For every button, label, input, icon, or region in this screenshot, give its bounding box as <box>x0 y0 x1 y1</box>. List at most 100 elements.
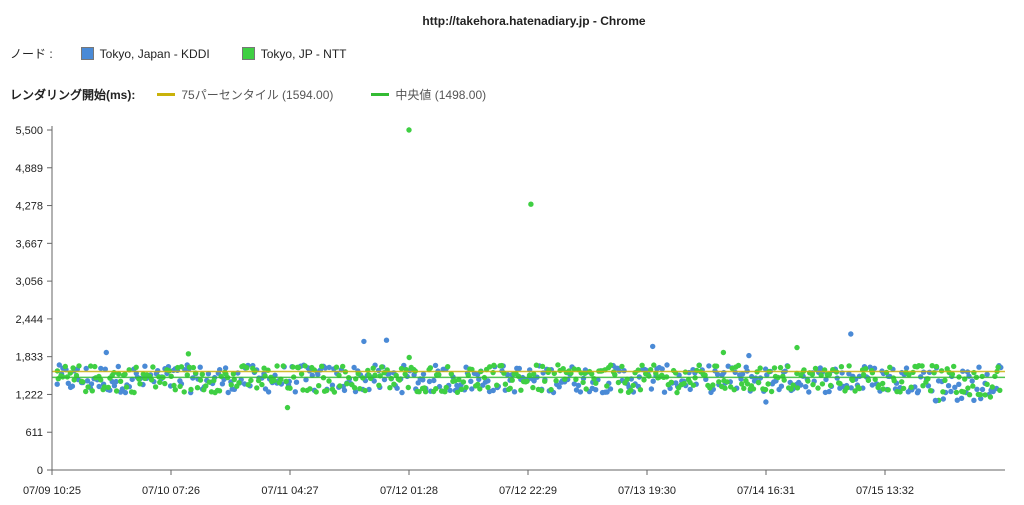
ntt-point <box>80 379 86 385</box>
ntt-point <box>771 365 778 371</box>
ntt-point <box>436 372 442 378</box>
ntt-point <box>194 385 201 391</box>
ntt-point <box>274 363 280 369</box>
kddi-outlier-point <box>746 352 752 359</box>
ntt-point <box>76 363 82 369</box>
ntt-point <box>619 363 625 370</box>
ntt-point <box>940 389 946 395</box>
ntt-point <box>618 388 624 394</box>
kddi-point <box>265 389 272 395</box>
ntt-point <box>856 385 863 392</box>
ntt-point <box>777 364 784 371</box>
kddi-point <box>664 362 670 368</box>
ntt-point <box>992 373 998 379</box>
ntt-point <box>376 382 382 388</box>
ntt-point <box>899 379 905 385</box>
ntt-point <box>615 379 622 386</box>
ntt-point <box>933 363 940 370</box>
x-tick-label: 07/15 13:32 <box>856 485 914 497</box>
ntt-point <box>172 387 178 393</box>
kddi-outlier-point <box>763 399 769 405</box>
ntt-point <box>499 362 505 369</box>
ntt-point <box>365 367 371 374</box>
ntt-point <box>507 385 513 391</box>
ntt-point <box>815 385 821 391</box>
kddi-point <box>69 383 76 389</box>
ntt-point <box>398 365 405 372</box>
ntt-outlier-point <box>185 351 192 357</box>
kddi-point <box>969 378 975 384</box>
ntt-point <box>271 377 277 384</box>
ntt-point <box>735 362 742 369</box>
kddi-point <box>575 382 582 389</box>
ntt-point <box>885 387 891 393</box>
kddi-point <box>577 389 584 395</box>
ntt-point <box>942 377 948 383</box>
ntt-point <box>333 364 340 370</box>
ntt-point <box>502 381 509 387</box>
ntt-point <box>199 371 205 377</box>
ntt-point <box>324 387 330 394</box>
ntt-point <box>891 378 897 384</box>
ntt-point <box>639 362 645 368</box>
ntt-point <box>150 364 156 370</box>
y-tick-label: 1,222 <box>15 389 43 401</box>
ntt-point <box>178 364 185 370</box>
ntt-outlier-point <box>406 354 412 361</box>
ntt-point <box>433 386 439 392</box>
ntt-point <box>181 389 187 395</box>
ntt-point <box>533 362 540 368</box>
kddi-point <box>778 383 785 389</box>
ntt-point <box>244 365 250 371</box>
y-tick-label: 3,667 <box>15 238 43 250</box>
ntt-point <box>105 384 112 391</box>
kddi-point <box>315 371 321 378</box>
kddi-point <box>650 378 656 384</box>
kddi-point <box>956 381 962 387</box>
ntt-point <box>781 377 787 383</box>
kddi-point <box>142 363 148 369</box>
ntt-point <box>337 383 343 389</box>
kddi-point <box>945 383 952 389</box>
ntt-point <box>445 364 451 370</box>
ntt-point <box>216 388 223 394</box>
ntt-point <box>427 365 434 371</box>
ntt-point <box>331 389 338 395</box>
ntt-point <box>794 385 801 391</box>
ntt-point <box>553 378 559 384</box>
ntt-point <box>927 388 934 394</box>
ntt-point <box>152 384 159 390</box>
kddi-point <box>511 389 518 395</box>
kddi-outlier-point <box>383 337 390 343</box>
ntt-outlier-point <box>720 349 727 356</box>
kddi-point <box>958 395 965 401</box>
ntt-point <box>887 364 893 370</box>
ntt-point <box>812 365 819 372</box>
kddi-point <box>979 386 986 393</box>
ntt-point <box>460 379 467 385</box>
ntt-point <box>979 373 985 380</box>
x-tick-label: 07/12 22:29 <box>499 485 557 497</box>
ntt-point <box>391 381 397 387</box>
ntt-point <box>977 392 984 398</box>
ntt-point <box>509 377 515 383</box>
ntt-point <box>961 389 967 395</box>
ntt-point <box>362 387 368 394</box>
x-tick-label: 07/11 04:27 <box>261 485 318 497</box>
kddi-point <box>556 384 562 390</box>
ntt-point <box>236 380 242 386</box>
ntt-point <box>971 369 977 376</box>
ntt-point <box>162 380 168 387</box>
kddi-point <box>399 389 405 396</box>
ntt-point <box>211 377 217 384</box>
y-tick-label: 5,500 <box>15 125 43 137</box>
ntt-point <box>283 378 289 385</box>
ntt-point <box>218 373 224 379</box>
ntt-point <box>123 384 130 390</box>
y-tick-label: 2,444 <box>15 314 43 326</box>
ntt-point <box>757 365 763 371</box>
kddi-outlier-point <box>933 398 939 404</box>
ntt-point <box>810 381 816 388</box>
ntt-outlier-point <box>284 404 291 411</box>
kddi-point <box>721 369 727 376</box>
